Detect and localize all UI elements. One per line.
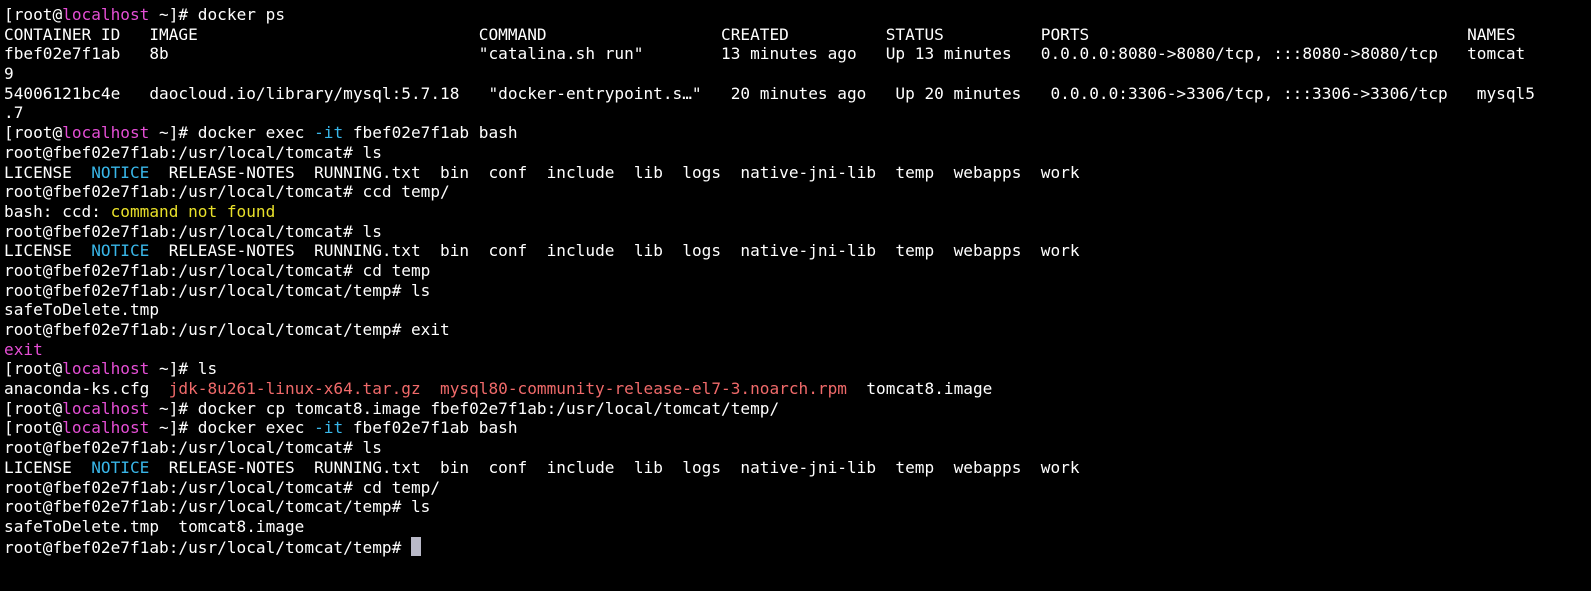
terminal-line: [root@localhost ~]# docker ps xyxy=(4,5,1591,25)
terminal-text: localhost xyxy=(62,359,150,379)
terminal-text: [root@ xyxy=(4,123,63,143)
terminal-text: NOTICE xyxy=(91,162,150,182)
terminal-text: RELEASE-NOTES RUNNING.txt bin conf inclu… xyxy=(149,241,1080,261)
terminal-line: [root@localhost ~]# docker exec -it fbef… xyxy=(4,123,1591,143)
terminal-text: root@fbef02e7f1ab:/usr/local/tomcat# ccd… xyxy=(4,182,450,202)
terminal-text: root@fbef02e7f1ab:/usr/local/tomcat/temp… xyxy=(4,280,431,300)
terminal-line: root@fbef02e7f1ab:/usr/local/tomcat# ls xyxy=(4,143,1591,163)
terminal-text: 54006121bc4e daocloud.io/library/mysql:5… xyxy=(4,83,1535,103)
terminal-text: fbef02e7f1ab 8b "catalina.sh run" 13 min… xyxy=(4,44,1526,64)
terminal-text: command not found xyxy=(110,201,276,221)
terminal-text: -it xyxy=(314,418,344,438)
terminal-text: root@fbef02e7f1ab:/usr/local/tomcat# cd … xyxy=(4,477,441,497)
terminal-text: safeToDelete.tmp tomcat8.image xyxy=(4,516,305,536)
terminal-text: [root@ xyxy=(4,5,63,24)
terminal-line: 54006121bc4e daocloud.io/library/mysql:5… xyxy=(4,84,1591,104)
terminal-text: localhost xyxy=(62,123,150,143)
terminal-text: ~]# docker exec xyxy=(149,123,315,143)
terminal-line: root@fbef02e7f1ab:/usr/local/tomcat# cd … xyxy=(4,478,1591,498)
terminal-text: fbef02e7f1ab bash xyxy=(343,418,518,438)
terminal-line: root@fbef02e7f1ab:/usr/local/tomcat/temp… xyxy=(4,497,1591,517)
terminal-line: LICENSE NOTICE RELEASE-NOTES RUNNING.txt… xyxy=(4,163,1591,183)
terminal-line: safeToDelete.tmp xyxy=(4,300,1591,320)
terminal-text: [root@ xyxy=(4,398,63,418)
terminal-text: RELEASE-NOTES RUNNING.txt bin conf inclu… xyxy=(149,457,1080,477)
terminal-text: LICENSE xyxy=(4,162,92,182)
terminal-text: jdk-8u261-linux-x64.tar.gz xyxy=(168,379,421,399)
terminal-text: root@fbef02e7f1ab:/usr/local/tomcat# ls xyxy=(4,438,382,458)
terminal-text: safeToDelete.tmp xyxy=(4,300,160,320)
terminal-text: ~]# ls xyxy=(149,359,218,379)
terminal-text: root@fbef02e7f1ab:/usr/local/tomcat# ls xyxy=(4,142,382,162)
terminal-text: root@fbef02e7f1ab:/usr/local/tomcat# cd … xyxy=(4,260,431,280)
terminal-window[interactable]: [root@localhost ~]# docker ps CONTAINER I… xyxy=(0,0,1591,591)
terminal-text: fbef02e7f1ab bash xyxy=(343,123,518,143)
terminal-line: root@fbef02e7f1ab:/usr/local/tomcat/temp… xyxy=(4,536,1591,557)
terminal-text: root@fbef02e7f1ab:/usr/local/tomcat# ls xyxy=(4,221,382,241)
terminal-text: ~]# docker exec xyxy=(149,418,315,438)
terminal-text: root@fbef02e7f1ab:/usr/local/tomcat/temp… xyxy=(4,537,411,557)
terminal-line: LICENSE NOTICE RELEASE-NOTES RUNNING.txt… xyxy=(4,241,1591,261)
terminal-cursor xyxy=(410,536,421,556)
terminal-line: [root@localhost ~]# docker exec -it fbef… xyxy=(4,418,1591,438)
terminal-text: tomcat8.image xyxy=(846,379,993,399)
terminal-text: bash: ccd: xyxy=(4,201,111,221)
terminal-text: CONTAINER ID IMAGE COMMAND CREATED STATU… xyxy=(4,24,1516,44)
terminal-line: [root@localhost ~]# docker cp tomcat8.im… xyxy=(4,399,1591,419)
terminal-text: ~]# docker cp tomcat8.image fbef02e7f1ab… xyxy=(149,398,780,418)
terminal-line: fbef02e7f1ab 8b "catalina.sh run" 13 min… xyxy=(4,44,1591,64)
terminal-line: bash: ccd: command not found xyxy=(4,202,1591,222)
terminal-line: safeToDelete.tmp tomcat8.image xyxy=(4,517,1591,537)
terminal-text: anaconda-ks.cfg xyxy=(4,379,169,399)
terminal-line: LICENSE NOTICE RELEASE-NOTES RUNNING.txt… xyxy=(4,458,1591,478)
terminal-line: root@fbef02e7f1ab:/usr/local/tomcat# ls xyxy=(4,438,1591,458)
terminal-line: [root@localhost ~]# ls xyxy=(4,359,1591,379)
terminal-text: [root@ xyxy=(4,359,63,379)
terminal-text: NOTICE xyxy=(91,241,150,261)
terminal-text: exit xyxy=(4,339,43,359)
terminal-text: localhost xyxy=(62,5,150,24)
terminal-line: 9 xyxy=(4,64,1591,84)
terminal-text: 9 xyxy=(4,64,14,84)
terminal-line: root@fbef02e7f1ab:/usr/local/tomcat# ccd… xyxy=(4,182,1591,202)
terminal-text: LICENSE xyxy=(4,241,92,261)
terminal-text: ~]# docker ps xyxy=(149,5,286,24)
terminal-text: root@fbef02e7f1ab:/usr/local/tomcat/temp… xyxy=(4,497,431,517)
terminal-text: NOTICE xyxy=(91,457,150,477)
terminal-line: root@fbef02e7f1ab:/usr/local/tomcat# ls xyxy=(4,222,1591,242)
terminal-text: localhost xyxy=(62,418,150,438)
terminal-line: root@fbef02e7f1ab:/usr/local/tomcat/temp… xyxy=(4,281,1591,301)
terminal-line: .7 xyxy=(4,103,1591,123)
terminal-text: root@fbef02e7f1ab:/usr/local/tomcat/temp… xyxy=(4,320,450,339)
terminal-text: -it xyxy=(314,123,344,143)
terminal-line: exit xyxy=(4,340,1591,360)
terminal-line: CONTAINER ID IMAGE COMMAND CREATED STATU… xyxy=(4,25,1591,45)
terminal-text: mysql80-community-release-el7-3.noarch.r… xyxy=(440,379,847,399)
terminal-text: LICENSE xyxy=(4,457,92,477)
terminal-text: .7 xyxy=(4,103,24,123)
terminal-text: [root@ xyxy=(4,418,63,438)
terminal-text: RELEASE-NOTES RUNNING.txt bin conf inclu… xyxy=(149,162,1080,182)
terminal-line: anaconda-ks.cfg jdk-8u261-linux-x64.tar.… xyxy=(4,379,1591,399)
terminal-text: localhost xyxy=(62,398,150,418)
terminal-line: root@fbef02e7f1ab:/usr/local/tomcat# cd … xyxy=(4,261,1591,281)
terminal-line: root@fbef02e7f1ab:/usr/local/tomcat/temp… xyxy=(4,320,1591,340)
